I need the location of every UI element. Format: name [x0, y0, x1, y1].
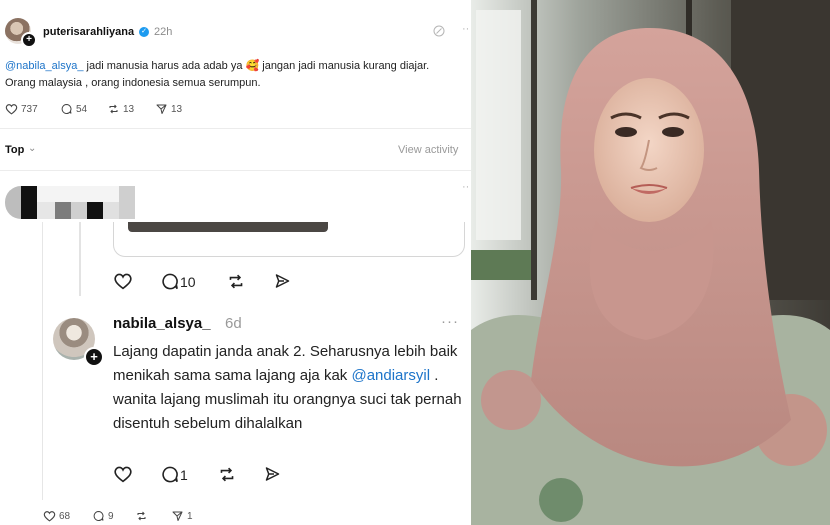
- heart-icon: [114, 273, 132, 290]
- post-body: @nabila_alsya_ jadi manusia harus ada ad…: [5, 58, 465, 92]
- share-count: 13: [171, 104, 183, 115]
- comment-icon: [162, 273, 178, 290]
- woman-in-hijab-image: [471, 0, 830, 525]
- more-options-icon[interactable]: ··: [462, 181, 469, 193]
- sort-dropdown[interactable]: Top: [5, 144, 24, 156]
- verified-badge-icon: ✓: [139, 27, 149, 37]
- repost-icon: [137, 511, 146, 521]
- comment-icon: [61, 103, 72, 114]
- post-header: + puterisarahliyana ✓ 22h ··: [0, 0, 471, 48]
- like-count: 737: [21, 104, 38, 115]
- send-icon: [265, 467, 280, 481]
- divider: [0, 170, 471, 171]
- more-options-icon[interactable]: ···: [441, 313, 459, 330]
- divider: [0, 128, 471, 129]
- reply-mention-link[interactable]: @andiarsyil: [351, 367, 430, 384]
- post-text-line2: Orang malaysia , orang indonesia semua s…: [5, 77, 261, 89]
- reply-button[interactable]: 10: [160, 272, 196, 291]
- comment-icon: [93, 510, 104, 521]
- send-icon: [156, 104, 167, 114]
- repost-button[interactable]: [135, 510, 151, 522]
- reply-username[interactable]: nabila_alsya_: [113, 315, 211, 332]
- reply-count: 54: [76, 104, 88, 115]
- like-count: 68: [59, 511, 71, 522]
- previous-media-card[interactable]: [113, 222, 465, 257]
- reply-time: 6d: [225, 315, 242, 332]
- repost-icon: [229, 274, 243, 289]
- threads-screenshot-panel: + puterisarahliyana ✓ 22h ·· @nabila_als…: [0, 0, 471, 525]
- repost-icon: [220, 467, 234, 482]
- share-button[interactable]: 1: [171, 510, 193, 522]
- repost-count: 13: [123, 104, 135, 115]
- portrait-photo: [471, 0, 830, 525]
- repost-icon: [109, 104, 118, 114]
- like-button[interactable]: 68: [43, 510, 70, 522]
- thread-connector-line: [79, 222, 81, 296]
- post-username[interactable]: puterisarahliyana: [43, 26, 134, 38]
- send-icon: [172, 511, 183, 521]
- share-button[interactable]: [273, 272, 292, 290]
- share-button[interactable]: 13: [155, 103, 182, 115]
- more-options-icon[interactable]: ··: [462, 23, 469, 35]
- reply-count: 10: [180, 274, 196, 290]
- post-time: 22h: [154, 26, 173, 38]
- send-icon: [275, 274, 290, 288]
- reply-button[interactable]: 54: [60, 103, 87, 115]
- view-activity-link[interactable]: View activity: [398, 144, 458, 156]
- follow-plus-icon[interactable]: +: [84, 347, 104, 367]
- reply-count: 1: [180, 467, 188, 483]
- like-button[interactable]: [113, 272, 133, 290]
- reply-button[interactable]: 9: [92, 510, 114, 522]
- share-button[interactable]: [263, 465, 282, 483]
- repost-button[interactable]: [217, 465, 237, 484]
- heart-icon: [114, 466, 132, 483]
- like-button[interactable]: [113, 465, 133, 483]
- reply-button[interactable]: 1: [160, 465, 188, 484]
- edit-icon[interactable]: [433, 25, 445, 40]
- heart-icon: [43, 511, 56, 522]
- follow-plus-icon[interactable]: +: [21, 32, 37, 48]
- chevron-down-icon[interactable]: ⌄: [28, 143, 36, 154]
- like-button[interactable]: 737: [5, 103, 38, 115]
- media-image: [128, 222, 328, 232]
- repost-button[interactable]: [226, 272, 246, 291]
- share-count: 1: [187, 511, 193, 522]
- comment-icon: [162, 466, 178, 483]
- repost-button[interactable]: 13: [107, 103, 134, 115]
- post-mention-link[interactable]: @nabila_alsya_: [5, 60, 83, 72]
- reply-body: Lajang dapatin janda anak 2. Seharusnya …: [113, 340, 463, 436]
- reply-count: 9: [108, 511, 114, 522]
- post-text-line1: jadi manusia harus ada adab ya 🥰 jangan …: [83, 60, 430, 72]
- heart-icon: [5, 104, 18, 115]
